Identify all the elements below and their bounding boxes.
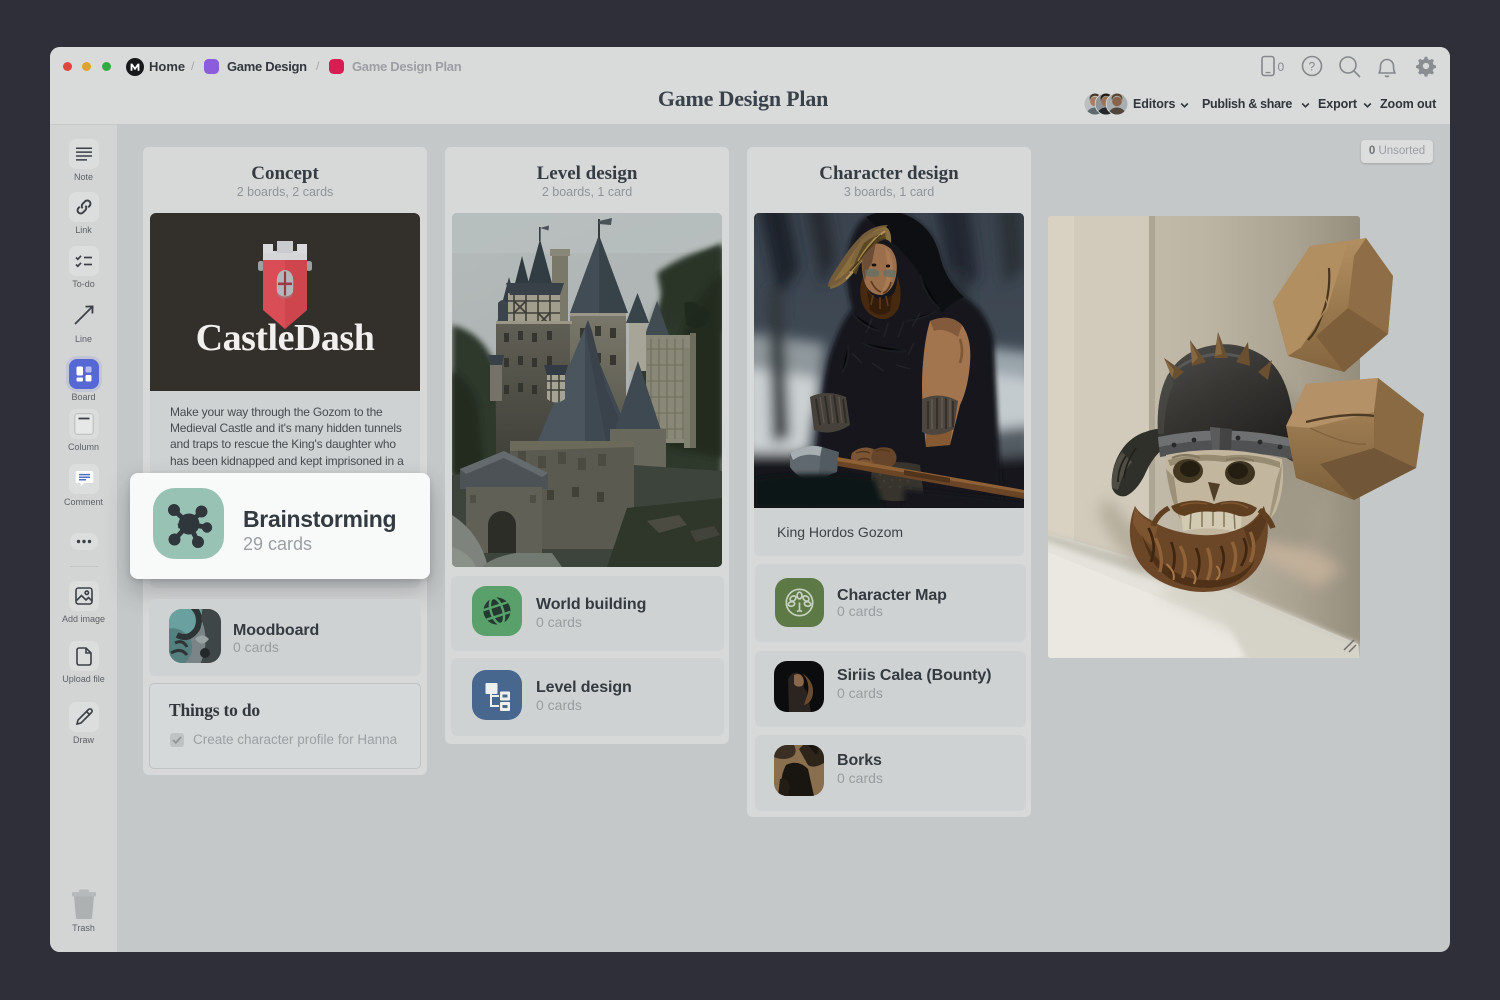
svg-text:?: ?	[1309, 60, 1316, 74]
svg-text:0: 0	[1278, 60, 1285, 74]
svg-text:CastleDash: CastleDash	[196, 317, 375, 359]
